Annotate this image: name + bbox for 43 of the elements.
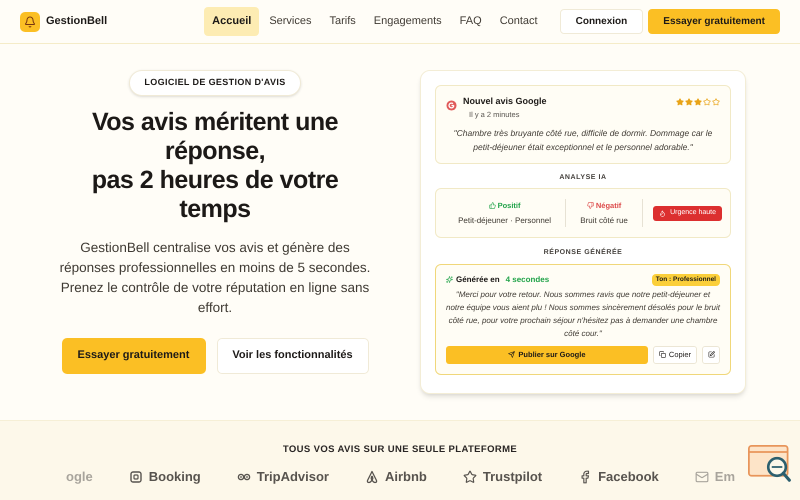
bell-logo-icon [20, 12, 40, 32]
send-icon [508, 351, 516, 358]
nav-link[interactable]: Contact [492, 7, 546, 36]
star-icon [462, 470, 477, 484]
category-badge: LOGICIEL DE GESTION D'AVIS [129, 70, 301, 96]
review-text: "Chambre très bruyante côté rue, difficile de dormir. Dommage car le petit-déjeuner était exceptionnel et le personnel adorable." [452, 126, 714, 154]
nav-link[interactable]: FAQ [452, 7, 490, 36]
try-free-button[interactable]: Essayer gratuitement [62, 338, 206, 374]
platform-name: Em [714, 468, 736, 486]
hero-title: Vos avis méritent une réponse, pas 2 heures de votre temps [90, 108, 340, 224]
thumbs-up-icon [488, 202, 496, 209]
edit-button[interactable] [702, 346, 720, 364]
edit-icon [708, 351, 714, 358]
nav-link[interactable]: Tarifs [322, 7, 364, 36]
hero-description: GestionBell centralise vos avis et génère des réponses professionnelles en moins de 5 secondes. Prenez le contrôle de votre réputation en ligne sans effort. [58, 238, 372, 316]
platform-name: ogle [66, 468, 93, 486]
brand-name: GestionBell [46, 14, 108, 30]
generated-label: Générée en [456, 274, 500, 286]
thumbs-down-icon [586, 202, 594, 209]
platform-name: Facebook [598, 468, 659, 486]
login-button[interactable]: Connexion [560, 9, 644, 34]
generation-time: 4 secondes [506, 274, 550, 286]
nav-link[interactable]: Services [261, 7, 320, 36]
nav-link[interactable]: Engagements [366, 7, 450, 36]
platform-name: Booking [148, 468, 201, 486]
flame-icon [659, 210, 666, 217]
copy-icon [658, 351, 666, 358]
positive-topics: Petit-déjeuner · Personnel [458, 214, 552, 227]
booking-icon [128, 470, 143, 484]
platform-name: Airbnb [384, 468, 427, 486]
google-g-icon [446, 100, 457, 111]
response-text: "Merci pour votre retour. Nous sommes ravis que notre petit-déjeuner et notre équipe vous aient plu ! Nous sommes sincèrement désolés pour le bruit côté rue, pour votre prochain séjour n'hésitez pas à demander une chambre côté cour." [446, 288, 720, 340]
review-title: Nouvel avis Google [463, 95, 547, 108]
platform-name: Trustpilot [482, 468, 542, 486]
features-button[interactable]: Voir les fonctionnalités [216, 338, 368, 374]
negative-topics: Bruit côté rue [580, 214, 628, 227]
nav-link[interactable]: Accueil [204, 7, 260, 36]
mail-icon [694, 470, 709, 484]
sparkle-icon [446, 276, 453, 284]
platform-name: TripAdvisor [256, 468, 329, 486]
try-free-button[interactable]: Essayer gratuitement [648, 9, 780, 34]
airbnb-icon [364, 470, 379, 484]
platforms-heading: TOUS VOS AVIS SUR UNE SEULE PLATEFORME [282, 443, 518, 457]
